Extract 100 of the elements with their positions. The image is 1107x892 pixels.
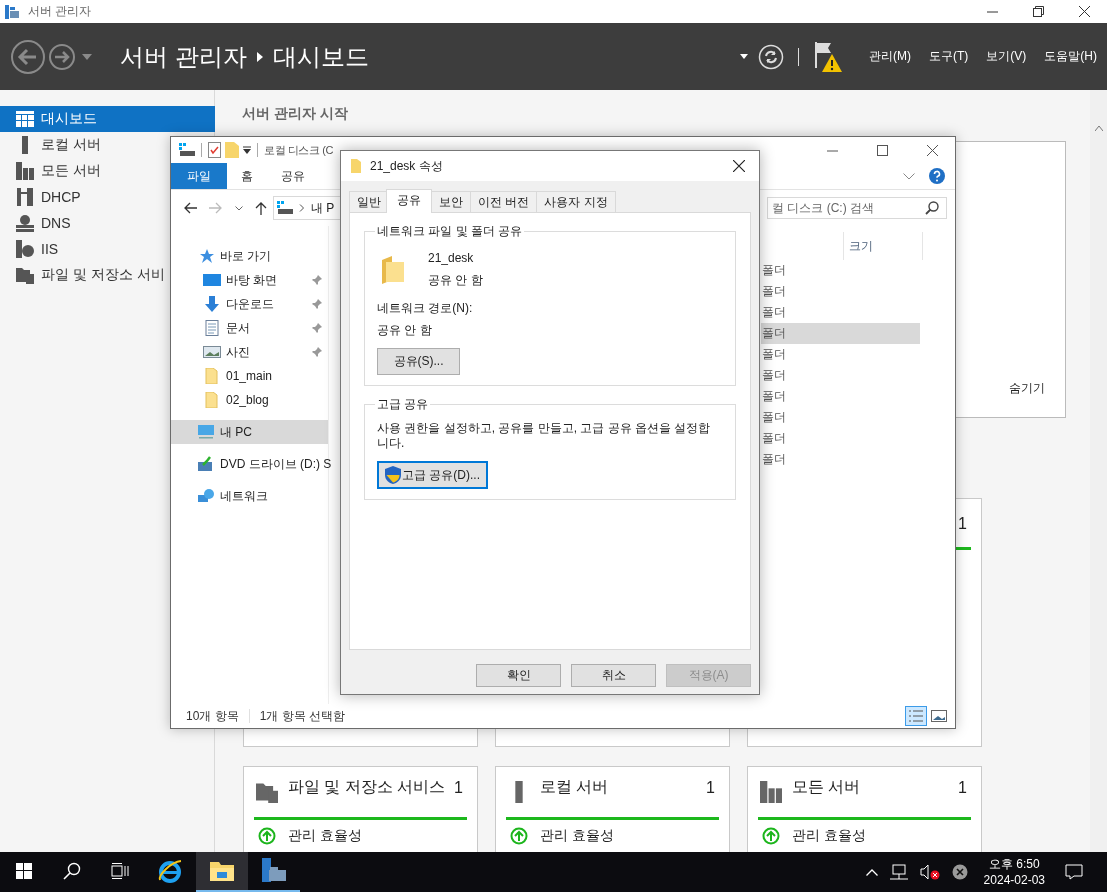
hide-link[interactable]: 숨기기: [1009, 380, 1045, 397]
scrollbar[interactable]: [1090, 90, 1107, 852]
window-title: 로컬 디스크 (C: [264, 142, 334, 158]
clock-time[interactable]: 오후 6:50: [988, 856, 1040, 872]
file-type-cell[interactable]: 폴더: [761, 449, 920, 470]
column-header[interactable]: 크기: [843, 232, 923, 260]
pin-icon[interactable]: [312, 299, 322, 309]
forward-button[interactable]: [48, 42, 76, 71]
file-type-cell[interactable]: 폴더: [761, 323, 920, 344]
close-icon: [926, 144, 938, 156]
sidebar-item[interactable]: 대시보드: [0, 106, 215, 132]
taskbar-app-button[interactable]: [196, 852, 248, 892]
clock-date[interactable]: 2024-02-03: [983, 872, 1045, 888]
restore-icon: [1032, 6, 1044, 17]
breadcrumb-item[interactable]: 서버 관리자: [120, 40, 247, 73]
path-label: 네트워크 경로(N):: [377, 300, 474, 317]
caret-icon[interactable]: [740, 54, 748, 59]
scroll-up-icon[interactable]: [1094, 126, 1103, 131]
nav-item[interactable]: 바탕 화면: [171, 268, 328, 292]
nav-item[interactable]: 네트워크: [171, 484, 328, 508]
pin-icon[interactable]: [312, 323, 322, 333]
folders-icon: [16, 266, 34, 284]
chevron-icon: [299, 204, 305, 212]
status-label[interactable]: 관리 효율성: [540, 827, 614, 845]
sidebar-item[interactable]: 로컬 서버: [0, 132, 168, 158]
file-type-cell[interactable]: 폴더: [761, 407, 920, 428]
group-title: 네트워크 파일 및 폴더 공유: [376, 223, 524, 240]
ribbon-tab[interactable]: 공유: [267, 163, 319, 189]
dialog-tab[interactable]: 일반: [349, 191, 389, 212]
network-icon[interactable]: [889, 864, 908, 880]
back-arrow-icon[interactable]: [183, 202, 197, 214]
dialog-tab[interactable]: 사용자 지정: [536, 191, 616, 212]
caret-icon[interactable]: [243, 146, 251, 154]
nav-item[interactable]: 내 PC: [171, 420, 328, 444]
file-type-cell[interactable]: 폴더: [761, 344, 920, 365]
menu-item[interactable]: 보기(V): [986, 48, 1027, 65]
menu-item[interactable]: 도움말(H): [1044, 48, 1097, 65]
network-icon: [197, 488, 215, 504]
dialog-title: 21_desk 속성: [370, 157, 443, 175]
file-type-cell[interactable]: 폴더: [761, 302, 920, 323]
sidebar-item[interactable]: DHCP: [0, 184, 168, 210]
up-arrow-icon[interactable]: [255, 201, 267, 215]
file-type-cell[interactable]: 폴더: [761, 281, 920, 302]
pin-icon[interactable]: [312, 275, 322, 285]
file-type-cell[interactable]: 폴더: [761, 365, 920, 386]
breadcrumb-item[interactable]: 대시보드: [272, 40, 369, 73]
sidebar-item[interactable]: 파일 및 저장소 서비: [0, 262, 168, 288]
server-manager-icon: [260, 857, 288, 885]
tile-count: 1: [454, 778, 463, 797]
dialog-tab[interactable]: 공유: [386, 189, 432, 213]
chevron-down-icon[interactable]: [235, 205, 243, 211]
share-button[interactable]: 공유(S)...: [377, 348, 460, 375]
nav-item[interactable]: 다운로드: [171, 292, 328, 316]
checklist-icon[interactable]: [208, 142, 221, 158]
advanced-share-button[interactable]: 고급 공유(D)...: [377, 461, 488, 489]
tile-title[interactable]: 파일 및 저장소 서비스: [288, 777, 455, 797]
nav-item[interactable]: 사진: [171, 340, 328, 364]
network-server-icon: [16, 214, 34, 232]
nav-item[interactable]: 01_main: [171, 364, 328, 388]
file-type-cell[interactable]: 폴더: [761, 386, 920, 407]
task-view-icon: [111, 863, 129, 879]
sidebar-item[interactable]: DNS: [0, 210, 168, 236]
search-field[interactable]: 컬 디스크 (C:) 검색: [767, 197, 947, 219]
pin-icon[interactable]: [312, 347, 322, 357]
caret-up-icon[interactable]: [865, 868, 878, 876]
dialog-button[interactable]: 확인: [476, 664, 561, 687]
nav-item[interactable]: 바로 가기: [171, 244, 328, 268]
thumbnail-view-icon[interactable]: [931, 709, 947, 723]
sidebar-item[interactable]: 모든 서버: [0, 158, 168, 184]
dialog-button[interactable]: 취소: [571, 664, 656, 687]
chevron-down-icon[interactable]: [903, 172, 915, 180]
section-heading: 서버 관리자 시작: [242, 105, 349, 123]
notification-icon[interactable]: [1065, 864, 1083, 880]
ribbon-tab[interactable]: 파일: [171, 163, 227, 189]
refresh-icon[interactable]: [758, 43, 784, 70]
folder-name: 21_desk: [428, 251, 475, 265]
flag-warning-icon[interactable]: [813, 40, 843, 73]
maximize-icon: [876, 144, 888, 156]
muted-speaker-icon[interactable]: [919, 864, 940, 880]
servers-icon: [16, 162, 34, 180]
image-icon: [203, 344, 221, 360]
tile-title[interactable]: 로컬 서버: [540, 777, 707, 797]
file-type-cell[interactable]: 폴더: [761, 428, 920, 449]
grid-icon: [16, 110, 34, 128]
chevron-icon: [256, 51, 263, 62]
status-label[interactable]: 관리 효율성: [288, 827, 362, 845]
file-type-cell[interactable]: 폴더: [761, 260, 920, 281]
ribbon-tab[interactable]: 홈: [227, 163, 267, 189]
tile-title[interactable]: 모든 서버: [792, 777, 959, 797]
nav-item[interactable]: 02_blog: [171, 388, 328, 412]
error-icon[interactable]: [951, 864, 968, 880]
sidebar-item[interactable]: IIS: [0, 236, 168, 262]
menu-item[interactable]: 관리(M): [869, 48, 911, 65]
menu-item[interactable]: 도구(T): [929, 48, 969, 65]
status-label[interactable]: 관리 효율성: [792, 827, 866, 845]
help-icon[interactable]: [929, 168, 945, 184]
folder-icon: [382, 256, 404, 284]
download-arrow-icon: [203, 296, 221, 312]
nav-item[interactable]: 문서: [171, 316, 328, 340]
back-button[interactable]: [10, 38, 46, 75]
